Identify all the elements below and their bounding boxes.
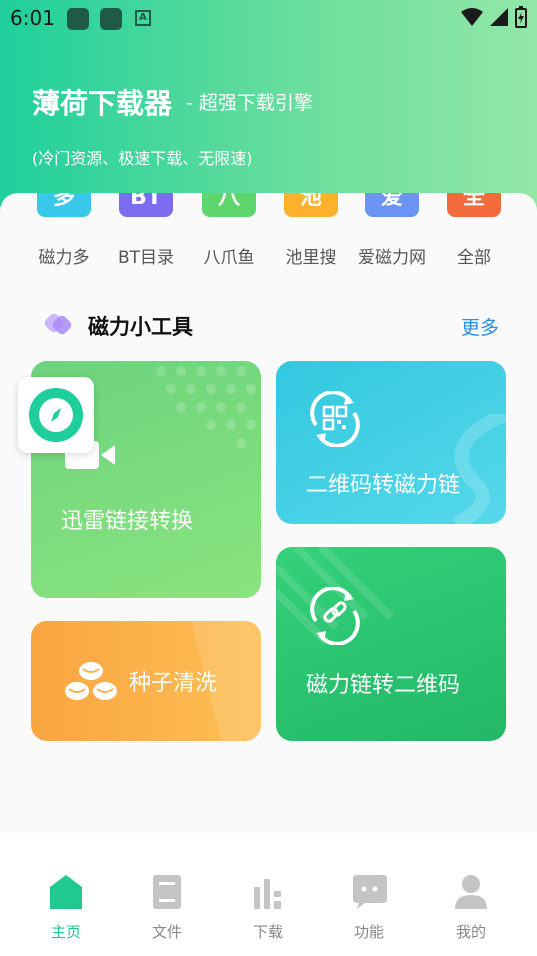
tool-seed-clean[interactable]: 种子清洗: [31, 621, 261, 741]
tool-label: 磁力链转二维码: [306, 673, 461, 698]
file-icon: [153, 875, 181, 909]
chat-function-icon: [353, 875, 387, 909]
category-label: 爱磁力网: [358, 248, 426, 268]
bottom-nav: 主页 文件 下载 功能 我的: [0, 833, 537, 956]
category-row: 多 磁力多 BT BT目录 八 八爪鱼 池 池里搜 爱 爱磁力网 全 全部: [0, 193, 537, 273]
nav-label: 主页: [50, 923, 81, 941]
category-label: BT目录: [117, 248, 175, 268]
main-content: 多 磁力多 BT BT目录 八 八爪鱼 池 池里搜 爱 爱磁力网 全 全部 磁力…: [0, 193, 537, 833]
status-right: [461, 6, 527, 28]
category-label: 全部: [457, 248, 491, 268]
nav-label: 功能: [353, 923, 384, 941]
link-refresh-icon: [310, 587, 360, 645]
nav-label: 下载: [252, 923, 283, 941]
section-title: 磁力小工具: [88, 315, 193, 339]
more-link[interactable]: 更多: [461, 313, 499, 340]
nav-home[interactable]: 主页: [26, 873, 106, 942]
status-time: 6:01: [10, 6, 55, 30]
seeds-icon: [65, 662, 117, 700]
notification-icon: [100, 8, 122, 30]
category-all[interactable]: 全 全部: [434, 193, 514, 273]
download-bars-icon: [254, 879, 281, 909]
tool-label: 种子清洗: [129, 671, 218, 696]
dot-pattern-decoration: [156, 366, 256, 448]
category-tile-icon: BT: [119, 193, 173, 217]
nav-download[interactable]: 下载: [228, 873, 308, 942]
tool-magnet-to-qr[interactable]: 磁力链转二维码: [276, 547, 506, 741]
wifi-icon: [461, 8, 483, 26]
app-description: (冷门资源、极速下载、无限速): [32, 149, 253, 168]
tool-qr-to-magnet[interactable]: 二维码转磁力链: [276, 361, 506, 524]
compass-icon: [29, 388, 83, 442]
floating-compass-button[interactable]: [18, 377, 94, 453]
qr-refresh-icon: [310, 391, 360, 447]
category-aicili[interactable]: 爱 爱磁力网: [352, 193, 432, 273]
person-icon: [455, 875, 487, 909]
section-gem-icon: [44, 313, 72, 335]
tool-label: 二维码转磁力链: [306, 473, 461, 498]
category-tile-icon: 全: [447, 193, 501, 217]
nav-me[interactable]: 我的: [431, 873, 511, 942]
category-tile-icon: 八: [202, 193, 256, 217]
home-icon: [50, 875, 82, 909]
category-cilidu[interactable]: 多 磁力多: [24, 193, 104, 273]
nav-function[interactable]: 功能: [329, 873, 409, 942]
category-tile-icon: 池: [284, 193, 338, 217]
tool-label: 迅雷链接转换: [61, 509, 194, 534]
category-tile-icon: 多: [37, 193, 91, 217]
a-notification-icon: A: [135, 10, 151, 26]
category-label: 八爪鱼: [203, 248, 255, 268]
category-bazhuayu[interactable]: 八 八爪鱼: [189, 193, 269, 273]
battery-icon: [515, 6, 527, 28]
category-bt[interactable]: BT BT目录: [106, 193, 186, 273]
nav-label: 我的: [455, 923, 486, 941]
nav-file[interactable]: 文件: [127, 873, 207, 942]
app-slogan: - 超强下载引擎: [186, 92, 313, 114]
category-label: 磁力多: [38, 248, 90, 268]
status-bar: 6:01 A: [0, 0, 537, 36]
nav-label: 文件: [151, 923, 182, 941]
signal-icon: [490, 8, 508, 26]
app-title: 薄荷下载器: [32, 87, 173, 120]
category-label: 池里搜: [285, 248, 337, 268]
category-tile-icon: 爱: [365, 193, 419, 217]
notification-icon: [67, 8, 89, 30]
category-chilisou[interactable]: 池 池里搜: [271, 193, 351, 273]
